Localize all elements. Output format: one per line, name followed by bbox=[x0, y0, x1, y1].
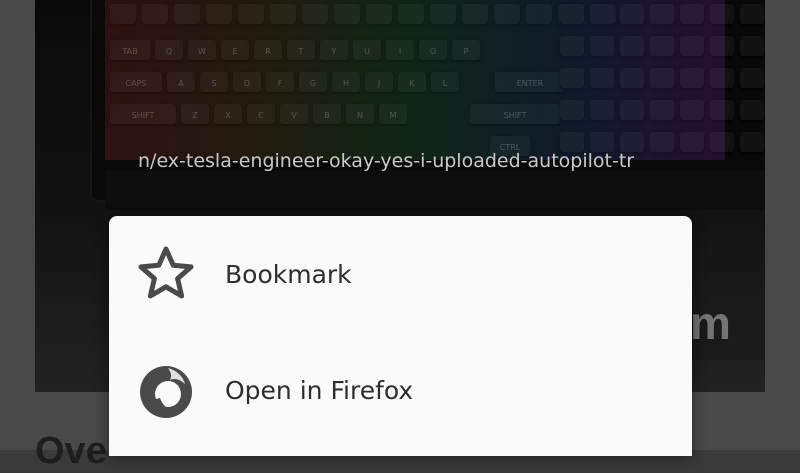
star-outline-icon bbox=[136, 244, 196, 304]
firefox-icon bbox=[136, 360, 196, 420]
bookmark-menu-item[interactable]: Bookmark bbox=[109, 216, 692, 332]
link-context-menu: Bookmark Open in Firefox bbox=[109, 216, 692, 456]
bookmark-label: Bookmark bbox=[225, 259, 352, 289]
open-in-firefox-menu-item[interactable]: Open in Firefox bbox=[109, 332, 692, 448]
open-in-firefox-label: Open in Firefox bbox=[225, 375, 414, 405]
